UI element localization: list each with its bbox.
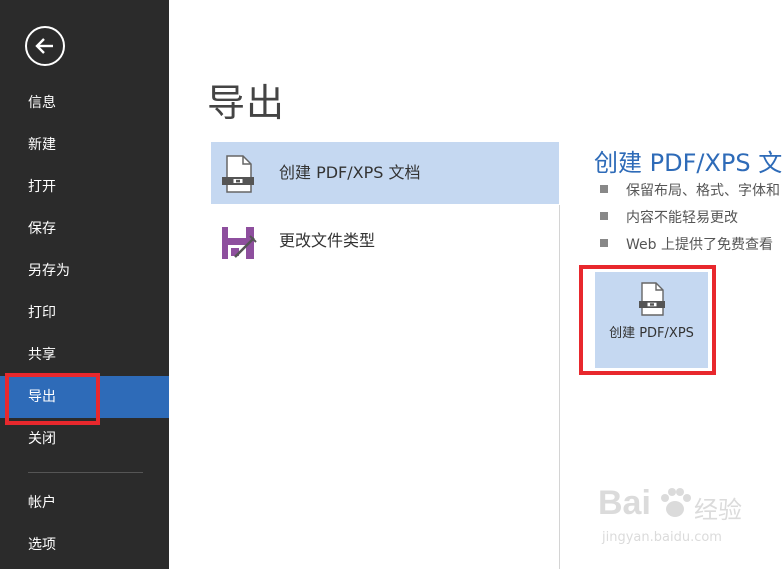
sidebar-item-print[interactable]: 打印 <box>0 292 169 334</box>
paw-icon <box>661 488 691 517</box>
pdf-document-icon <box>639 282 665 316</box>
option-create-pdf-xps[interactable]: 创建 PDF/XPS 文档 <box>211 142 559 204</box>
watermark-brand-suffix: 经验 <box>694 496 742 524</box>
baidu-jingyan-watermark: Bai 经验 jingyan.baidu.com <box>598 484 778 554</box>
backstage-sidebar: 信息 新建 打开 保存 另存为 打印 共享 导出 关闭 帐户 选项 <box>0 0 169 569</box>
option-label: 创建 PDF/XPS 文档 <box>279 163 421 182</box>
sidebar-divider <box>28 472 143 473</box>
page-title: 导出 <box>207 81 286 125</box>
detail-bullet: 内容不能轻易更改 <box>600 207 738 227</box>
change-file-type-icon <box>222 227 257 259</box>
watermark-url: jingyan.baidu.com <box>602 530 722 545</box>
back-button[interactable] <box>25 26 65 66</box>
watermark-brand: Bai <box>598 484 651 522</box>
sidebar-item-open[interactable]: 打开 <box>0 166 169 208</box>
sidebar-item-save[interactable]: 保存 <box>0 208 169 250</box>
detail-bullet: 保留布局、格式、字体和 <box>600 180 780 200</box>
create-button-label: 创建 PDF/XPS <box>609 326 694 341</box>
sidebar-item-options[interactable]: 选项 <box>0 524 169 566</box>
sidebar-item-save-as[interactable]: 另存为 <box>0 250 169 292</box>
detail-title: 创建 PDF/XPS 文 <box>594 149 782 177</box>
bullet-square-icon <box>600 239 608 247</box>
create-pdf-xps-button[interactable]: 创建 PDF/XPS <box>595 272 708 368</box>
sidebar-item-new[interactable]: 新建 <box>0 124 169 166</box>
sidebar-item-export[interactable]: 导出 <box>0 376 169 418</box>
option-label: 更改文件类型 <box>279 231 376 250</box>
option-change-file-type[interactable]: 更改文件类型 <box>211 210 559 272</box>
detail-bullet: Web 上提供了免费查看 <box>600 234 773 254</box>
sidebar-item-share[interactable]: 共享 <box>0 334 169 376</box>
back-arrow-icon <box>35 38 53 54</box>
panel-divider <box>559 205 560 569</box>
bullet-square-icon <box>600 212 608 220</box>
bullet-square-icon <box>600 185 608 193</box>
sidebar-item-close[interactable]: 关闭 <box>0 418 169 460</box>
sidebar-item-info[interactable]: 信息 <box>0 82 169 124</box>
sidebar-item-account[interactable]: 帐户 <box>0 482 169 524</box>
pdf-document-icon <box>222 155 254 193</box>
